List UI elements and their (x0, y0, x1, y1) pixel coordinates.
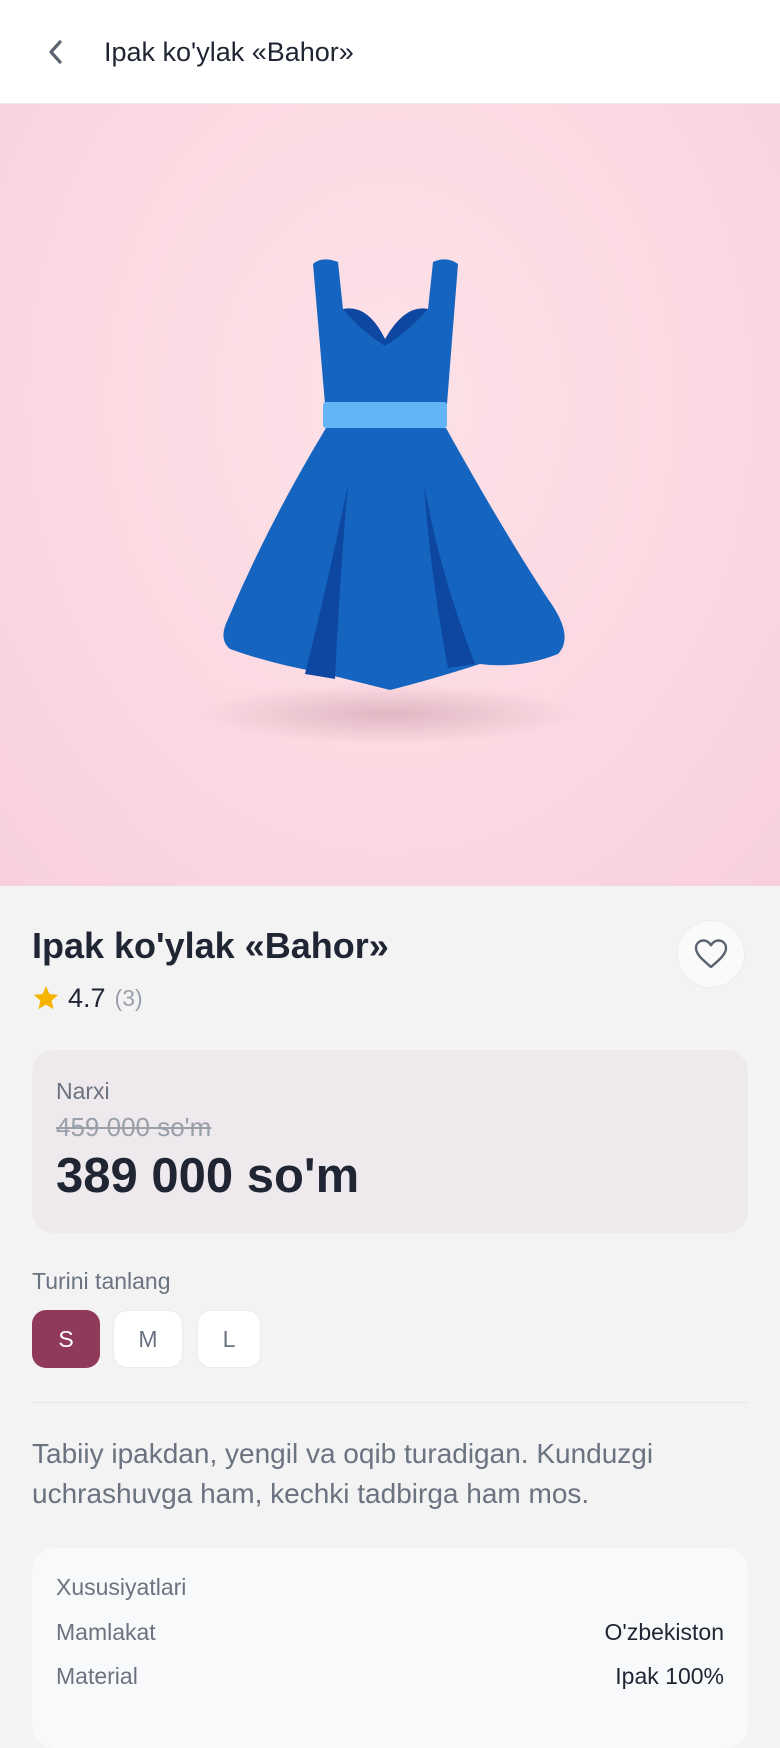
product-description: Tabiiy ipakdan, yengil va oqib turadigan… (32, 1438, 654, 1509)
favorite-button[interactable] (677, 920, 745, 988)
size-option-l[interactable]: L (197, 1310, 261, 1368)
size-option-m[interactable]: M (113, 1310, 183, 1368)
spec-row-country: Mamlakat O'zbekiston (56, 1616, 724, 1648)
spec-row-material: Material Ipak 100% (56, 1660, 724, 1692)
spec-value: Ipak 100% (615, 1662, 724, 1689)
spec-key: Mamlakat (56, 1618, 156, 1645)
back-button[interactable] (36, 30, 76, 74)
rating-count: (3) (114, 984, 143, 1011)
variant-label: Turini tanlang (32, 1268, 171, 1294)
size-option-s[interactable]: S (32, 1310, 100, 1368)
current-price: 389 000 so'm (56, 1149, 360, 1203)
header-title: Ipak ko'ylak «Bahor» (104, 37, 354, 67)
chevron-left-icon (49, 40, 62, 64)
top-app-bar: Ipak ko'ylak «Bahor» (0, 0, 780, 104)
product-image (0, 104, 780, 886)
star-icon (33, 986, 59, 1010)
price-label: Narxi (56, 1078, 110, 1104)
price-card: Narxi 459 000 so'm 389 000 so'm (32, 1050, 748, 1233)
spec-key: Material (56, 1662, 138, 1689)
old-price: 459 000 so'm (56, 1112, 212, 1142)
specs-title: Xususiyatlari (56, 1574, 187, 1600)
rating: 4.7 (3) (32, 980, 143, 1016)
rating-value: 4.7 (68, 982, 106, 1013)
dress-illustration (198, 259, 578, 744)
specs-card: Xususiyatlari Mamlakat O'zbekiston Mater… (32, 1548, 748, 1748)
heart-outline-icon (694, 939, 728, 969)
product-title: Ipak ko'ylak «Bahor» (32, 925, 389, 966)
divider (32, 1402, 748, 1403)
spec-value: O'zbekiston (604, 1618, 724, 1645)
